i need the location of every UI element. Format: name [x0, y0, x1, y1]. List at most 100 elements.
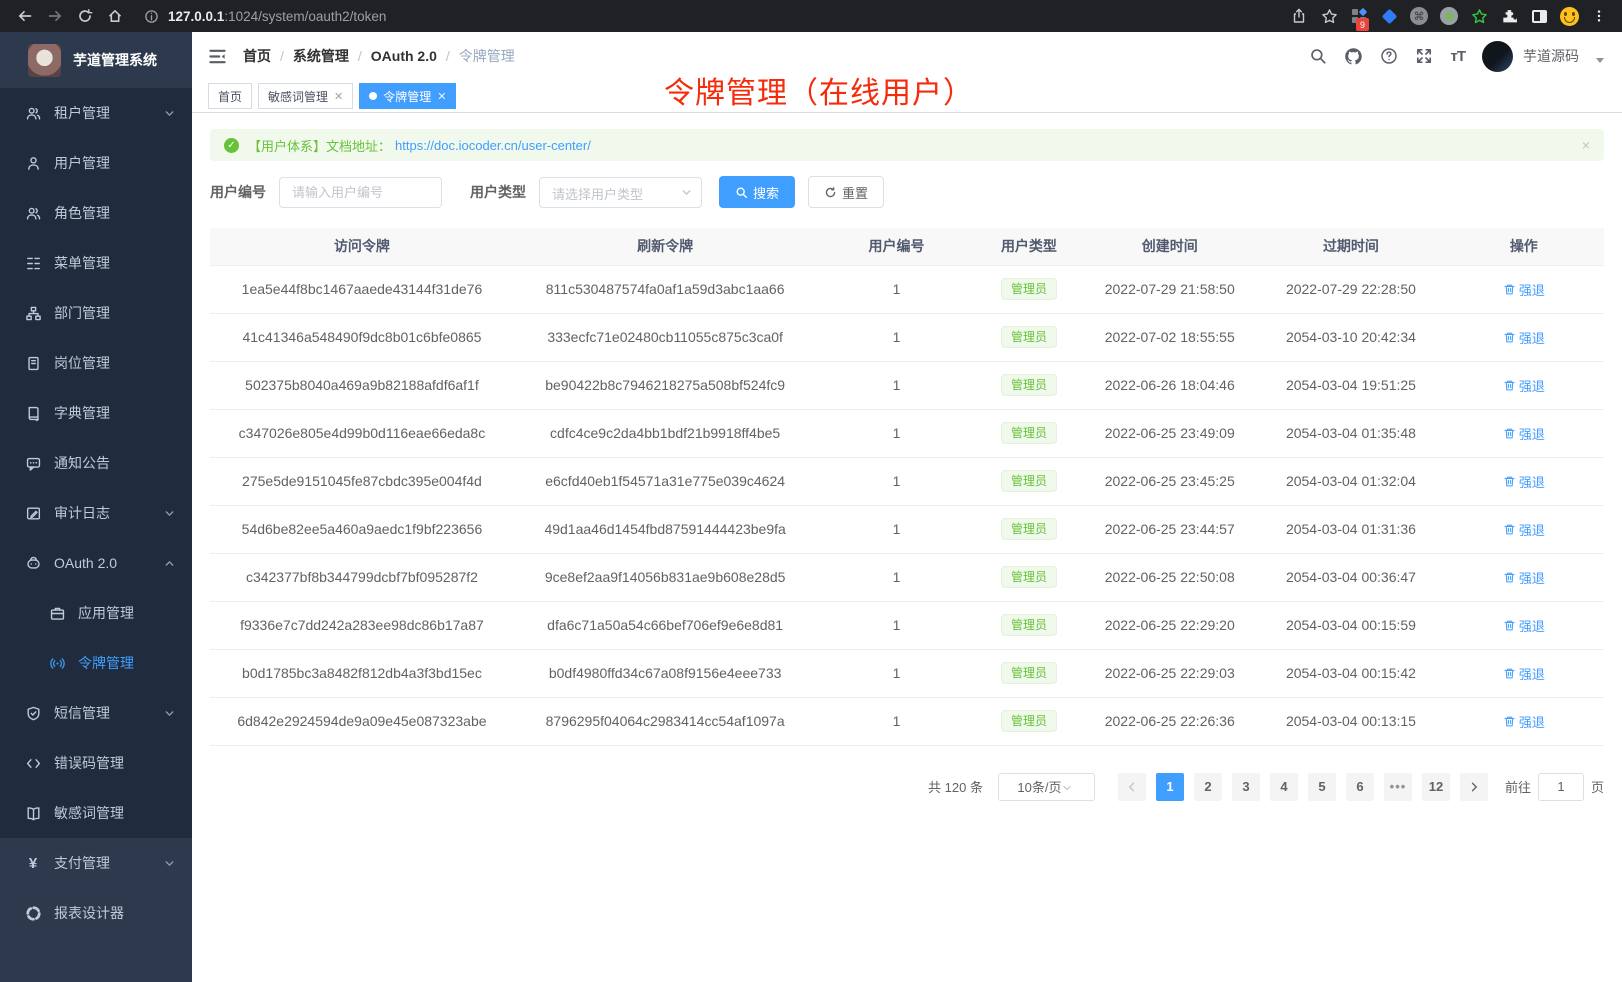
page-button-5[interactable]: 5: [1308, 773, 1336, 801]
browser-home-icon[interactable]: [100, 3, 130, 29]
sidebar-item-label: 错误码管理: [54, 753, 124, 773]
sidebar-item-report-designer[interactable]: 报表设计器: [0, 888, 192, 938]
user-type-tag: 管理员: [1001, 566, 1057, 588]
sidebar-item-error-code[interactable]: 错误码管理: [0, 738, 192, 788]
access-token-cell: 54d6be82ee5a460a9aedc1f9bf223656: [210, 505, 514, 553]
user-type-select[interactable]: [539, 177, 702, 208]
sidebar-item-tenant[interactable]: 租户管理: [0, 88, 192, 138]
sidebar-item-role[interactable]: 角色管理: [0, 188, 192, 238]
extensions-puzzle-icon[interactable]: [1496, 3, 1522, 29]
sidebar-item-menu[interactable]: 菜单管理: [0, 238, 192, 288]
user-type-tag: 管理员: [1001, 614, 1057, 636]
address-bar[interactable]: 127.0.0.1:1024/system/oauth2/token: [144, 9, 1286, 24]
browser-back-icon[interactable]: [10, 3, 40, 29]
share-icon[interactable]: [1286, 3, 1312, 29]
sidebar-item-oauth2[interactable]: OAuth 2.0: [0, 538, 192, 588]
sidebar-item-label: 字典管理: [54, 403, 110, 423]
sidebar-item-oauth2-token[interactable]: 令牌管理: [0, 638, 192, 688]
sidebar: 芋道管理系统 租户管理用户管理角色管理菜单管理部门管理岗位管理字典管理通知公告审…: [0, 32, 192, 982]
access-token-cell: f9336e7c7dd242a283ee98dc86b17a87: [210, 601, 514, 649]
help-icon[interactable]: [1380, 47, 1398, 65]
force-logout-button[interactable]: 强退: [1503, 328, 1545, 347]
user-id-input[interactable]: [279, 177, 442, 208]
star-extension-icon[interactable]: [1466, 3, 1492, 29]
sidebar-item-notice[interactable]: 通知公告: [0, 438, 192, 488]
table-row: 1ea5e44f8bc1467aaede43144f31de76811c5304…: [210, 265, 1604, 313]
token-table: 访问令牌刷新令牌用户编号用户类型创建时间过期时间操作 1ea5e44f8bc14…: [210, 228, 1604, 746]
actions-cell: 强退: [1444, 265, 1604, 313]
sidebar-item-sensitive-word[interactable]: 敏感词管理: [0, 788, 192, 838]
access-token-cell: c342377bf8b344799dcbf7bf095287f2: [210, 553, 514, 601]
command-extension-icon[interactable]: ⌘: [1406, 3, 1432, 29]
search-icon[interactable]: [1309, 47, 1327, 65]
sidebar-item-user[interactable]: 用户管理: [0, 138, 192, 188]
sidebar-item-sms[interactable]: 短信管理: [0, 688, 192, 738]
page-button-6[interactable]: 6: [1346, 773, 1374, 801]
avatar[interactable]: [1482, 41, 1513, 72]
user-type-cell: 管理员: [977, 649, 1082, 697]
prev-page-button[interactable]: [1118, 773, 1146, 801]
sidebar-item-pay[interactable]: ¥支付管理: [0, 838, 192, 888]
page-button-3[interactable]: 3: [1232, 773, 1260, 801]
table-row: f9336e7c7dd242a283ee98dc86b17a87dfa6c71a…: [210, 601, 1604, 649]
alert-close-icon[interactable]: ×: [1582, 137, 1590, 153]
sidebar-item-oauth2-app[interactable]: 应用管理: [0, 588, 192, 638]
page-button-4[interactable]: 4: [1270, 773, 1298, 801]
recorder-extension-icon[interactable]: [1436, 3, 1462, 29]
force-logout-button[interactable]: 强退: [1503, 424, 1545, 443]
sidebar-toggle-icon[interactable]: [208, 47, 227, 66]
force-logout-button[interactable]: 强退: [1503, 616, 1545, 635]
alert-doc-link[interactable]: https://doc.iocoder.cn/user-center/: [395, 138, 591, 153]
caret-down-icon[interactable]: [1596, 58, 1604, 63]
tab-close-icon[interactable]: ✕: [437, 90, 446, 103]
force-logout-button[interactable]: 强退: [1503, 376, 1545, 395]
refresh-token-cell: 333ecfc71e02480cb11055c875c3ca0f: [514, 313, 816, 361]
table-row: c342377bf8b344799dcbf7bf095287f29ce8ef2a…: [210, 553, 1604, 601]
fullscreen-icon[interactable]: [1415, 47, 1433, 65]
more-pages-button[interactable]: •••: [1384, 773, 1412, 801]
username[interactable]: 芋道源码: [1523, 46, 1579, 66]
browser-menu-icon[interactable]: [1586, 3, 1612, 29]
sidebar-item-audit-log[interactable]: 审计日志: [0, 488, 192, 538]
actions-cell: 强退: [1444, 457, 1604, 505]
profile-emoji-icon[interactable]: [1556, 3, 1582, 29]
page-button-12[interactable]: 12: [1422, 773, 1450, 801]
font-size-icon[interactable]: тT: [1450, 48, 1465, 65]
breadcrumb-item[interactable]: 首页: [243, 46, 271, 66]
refresh-token-cell: cdfc4ce9c2da4bb1bdf21b9918ff4be5: [514, 409, 816, 457]
next-page-button[interactable]: [1460, 773, 1488, 801]
goto-page-input[interactable]: [1538, 773, 1584, 801]
breadcrumb-item[interactable]: 系统管理: [293, 46, 349, 66]
tab-token[interactable]: 令牌管理✕: [359, 83, 456, 109]
site-info-icon[interactable]: [144, 9, 159, 24]
sidebar-item-dict[interactable]: 字典管理: [0, 388, 192, 438]
page-button-2[interactable]: 2: [1194, 773, 1222, 801]
search-button[interactable]: 搜索: [719, 176, 795, 208]
trash-icon: [1503, 475, 1516, 488]
force-logout-button[interactable]: 强退: [1503, 712, 1545, 731]
breadcrumb-item[interactable]: OAuth 2.0: [371, 48, 437, 64]
sidebar-header[interactable]: 芋道管理系统: [0, 32, 192, 88]
browser-reload-icon[interactable]: [70, 3, 100, 29]
side-panel-icon[interactable]: [1526, 3, 1552, 29]
created-time-cell: 2022-06-25 22:29:03: [1081, 649, 1258, 697]
page-size-select[interactable]: 10条/页: [998, 773, 1095, 801]
sidebar-item-post[interactable]: 岗位管理: [0, 338, 192, 388]
sidebar-item-dept[interactable]: 部门管理: [0, 288, 192, 338]
tab-close-icon[interactable]: ✕: [334, 90, 343, 103]
tab-home[interactable]: 首页: [208, 83, 252, 109]
github-icon[interactable]: [1344, 47, 1363, 66]
force-logout-button[interactable]: 强退: [1503, 664, 1545, 683]
gem-extension-icon[interactable]: [1376, 3, 1402, 29]
force-logout-button[interactable]: 强退: [1503, 280, 1545, 299]
force-logout-button[interactable]: 强退: [1503, 568, 1545, 587]
force-logout-button[interactable]: 强退: [1503, 472, 1545, 491]
user-type-tag: 管理员: [1001, 662, 1057, 684]
reset-button[interactable]: 重置: [808, 176, 884, 208]
browser-forward-icon[interactable]: [40, 3, 70, 29]
bookmark-star-icon[interactable]: [1316, 3, 1342, 29]
force-logout-button[interactable]: 强退: [1503, 520, 1545, 539]
page-button-1[interactable]: 1: [1156, 773, 1184, 801]
tab-sensitive-word[interactable]: 敏感词管理✕: [258, 83, 353, 109]
extension-grid-icon[interactable]: 9: [1346, 3, 1372, 29]
